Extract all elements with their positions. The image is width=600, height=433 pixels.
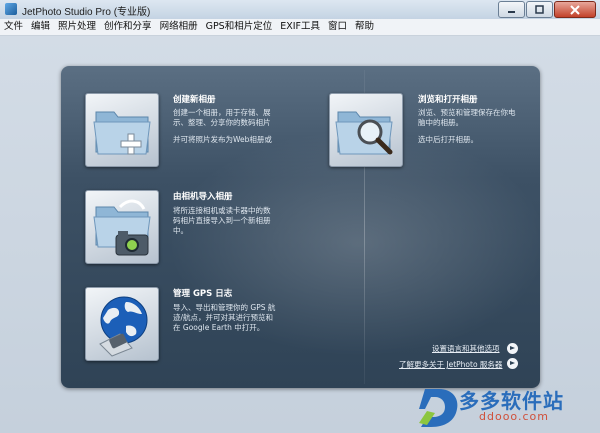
manage-gps-desc-line-2: 迹/航点，并可对其进行预览和 (173, 313, 274, 322)
browse-album-tile[interactable] (329, 93, 403, 167)
browse-album-desc-line-1: 浏览、预览和管理保存在你电 (418, 108, 516, 117)
arrow-right-icon[interactable] (507, 343, 518, 354)
menu-bar: 文件 编辑 照片处理 创作和分享 网络相册 GPS和相片定位 EXIF工具 窗口… (0, 19, 600, 36)
import-camera-desc-line-1: 将所连接相机或读卡器中的数 (173, 206, 271, 215)
title-bar: JetPhoto Studio Pro (专业版) (0, 0, 600, 20)
manage-gps-desc-line-1: 导入、导出和管理你的 GPS 航 (173, 303, 276, 312)
menu-file[interactable]: 文件 (0, 19, 27, 35)
browse-album-description: 浏览、预览和管理保存在你电 脑中的相册。 选中后打开相册。 (418, 108, 536, 145)
window-controls (497, 1, 596, 18)
minimize-button[interactable] (498, 1, 525, 18)
browse-album-desc-gap (418, 128, 536, 135)
welcome-panel: 创建新相册 创建一个相册，用于存储、展 示、整理、分享你的数码相片 并可将照片发… (61, 66, 540, 388)
folder-plus-icon (93, 111, 151, 155)
arrow-right-icon[interactable] (507, 358, 518, 369)
manage-gps-title[interactable]: 管理 GPS 日志 (173, 287, 232, 299)
create-album-description: 创建一个相册，用于存储、展 示、整理、分享你的数码相片 并可将照片发布为Web相… (173, 108, 291, 145)
app-icon (5, 3, 17, 15)
browse-album-title[interactable]: 浏览和打开相册 (418, 93, 478, 105)
watermark: 多多软件站 ddooo.com (417, 383, 597, 429)
menu-gps[interactable]: GPS和相片定位 (202, 19, 277, 35)
menu-edit[interactable]: 编辑 (27, 19, 54, 35)
create-album-desc-line-3: 并可将照片发布为Web相册或 (173, 135, 272, 144)
close-button[interactable] (554, 1, 596, 18)
menu-web-album[interactable]: 网络相册 (156, 19, 202, 35)
minimize-icon (508, 11, 515, 13)
menu-create-share[interactable]: 创作和分享 (100, 19, 156, 35)
create-album-desc-gap (173, 128, 291, 135)
jetphoto-server-link[interactable]: 了解更多关于 JetPhoto 服务器 (399, 359, 502, 370)
close-icon (570, 4, 580, 15)
import-camera-desc-line-2: 码相片直接导入到一个新相册 (173, 216, 271, 225)
create-album-desc-line-1: 创建一个相册，用于存储、展 (173, 108, 271, 117)
browse-album-desc-line-3: 选中后打开相册。 (418, 135, 478, 144)
menu-photo-processing[interactable]: 照片处理 (54, 19, 100, 35)
menu-window[interactable]: 窗口 (324, 19, 351, 35)
manage-gps-tile[interactable] (85, 287, 159, 361)
create-album-tile[interactable] (85, 93, 159, 167)
manage-gps-description: 导入、导出和管理你的 GPS 航 迹/航点，并可对其进行预览和 在 Google… (173, 303, 291, 333)
menu-exif[interactable]: EXIF工具 (276, 19, 324, 35)
import-camera-description: 将所连接相机或读卡器中的数 码相片直接导入到一个新相册 中。 (173, 206, 291, 236)
import-camera-tile[interactable] (85, 190, 159, 264)
language-options-link[interactable]: 设置语言和其他选项 (432, 343, 500, 354)
import-camera-desc-line-3: 中。 (173, 226, 188, 235)
globe-gps-icon (99, 296, 148, 357)
folder-camera-icon (93, 199, 151, 256)
maximize-icon (535, 5, 544, 14)
import-camera-title[interactable]: 由相机导入相册 (173, 190, 233, 202)
browse-album-desc-line-2: 脑中的相册。 (418, 118, 463, 127)
maximize-button[interactable] (526, 1, 553, 18)
window-title: JetPhoto Studio Pro (专业版) (22, 7, 151, 18)
watermark-logo-icon (419, 389, 458, 427)
create-album-title[interactable]: 创建新相册 (173, 93, 216, 105)
folder-magnifier-icon (335, 111, 393, 155)
create-album-desc-line-2: 示、整理、分享你的数码相片 (173, 118, 271, 127)
menu-help[interactable]: 帮助 (351, 19, 378, 35)
manage-gps-desc-line-3: 在 Google Earth 中打开。 (173, 323, 265, 332)
watermark-url: ddooo.com (479, 410, 549, 423)
